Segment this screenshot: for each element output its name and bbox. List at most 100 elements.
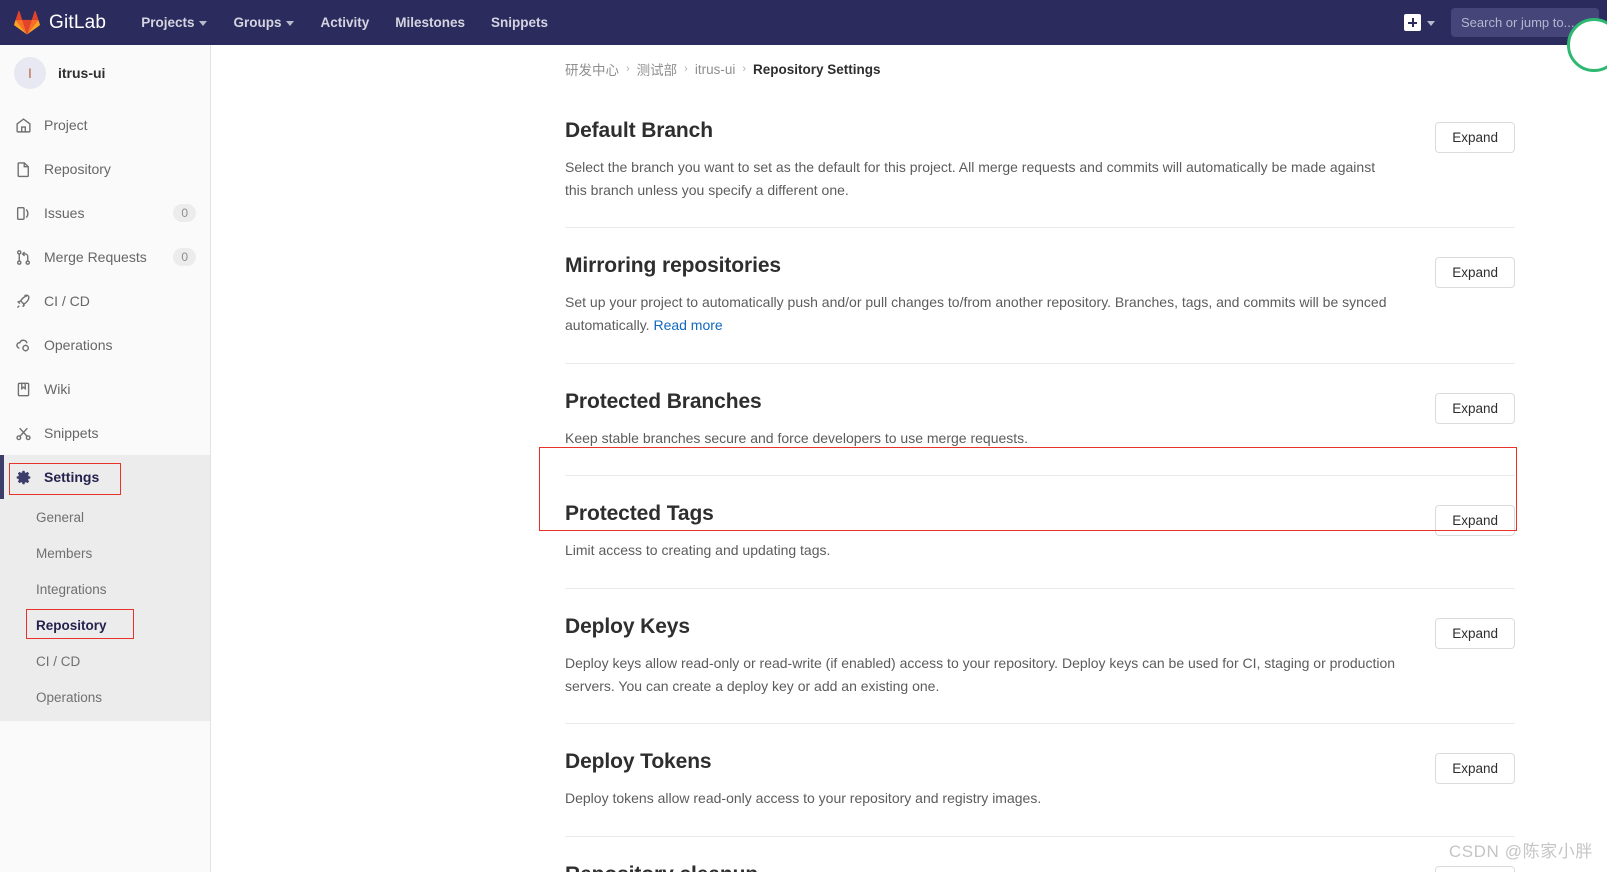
sidebar-item-snippets-label: Snippets bbox=[44, 425, 99, 441]
gitlab-logo-link[interactable]: GitLab bbox=[14, 10, 106, 36]
section-protected-branches-body: Protected Branches Keep stable branches … bbox=[565, 390, 1435, 450]
section-deploy-keys-title: Deploy Keys bbox=[565, 615, 690, 639]
expand-button-repository-cleanup[interactable]: Expand bbox=[1435, 866, 1515, 872]
project-name: itrus-ui bbox=[58, 65, 106, 81]
nav-milestones[interactable]: Milestones bbox=[382, 9, 478, 36]
top-navbar: GitLab Projects Groups Activity Mileston… bbox=[0, 0, 1607, 72]
section-deploy-tokens: Deploy Tokens Deploy tokens allow read-o… bbox=[565, 724, 1515, 838]
chevron-down-icon bbox=[1427, 21, 1435, 26]
section-deploy-keys: Deploy Keys Deploy keys allow read-only … bbox=[565, 589, 1515, 725]
nav-groups-label: Groups bbox=[233, 15, 282, 30]
breadcrumb-item-group[interactable]: 研发中心 bbox=[565, 59, 619, 79]
sidebar-item-settings[interactable]: Settings bbox=[0, 455, 210, 499]
merge-requests-count-badge: 0 bbox=[173, 248, 196, 266]
section-protected-branches: Protected Branches Keep stable branches … bbox=[565, 364, 1515, 477]
sidebar-item-project[interactable]: Project bbox=[0, 103, 210, 147]
sidebar-item-operations-label: Operations bbox=[44, 337, 113, 353]
sidebar-item-wiki-label: Wiki bbox=[44, 381, 71, 397]
nav-snippets[interactable]: Snippets bbox=[478, 9, 561, 36]
sidebar-item-merge-requests[interactable]: Merge Requests 0 bbox=[0, 235, 210, 279]
breadcrumb-separator-icon: › bbox=[684, 63, 688, 75]
sidebar-subitem-integrations[interactable]: Integrations bbox=[0, 571, 210, 607]
issues-icon bbox=[14, 204, 32, 222]
chevron-down-icon bbox=[286, 21, 295, 26]
project-avatar: I bbox=[14, 57, 46, 89]
sidebar-subitem-members-label: Members bbox=[36, 545, 93, 561]
nav-milestones-label: Milestones bbox=[395, 15, 466, 30]
sidebar-item-repository-label: Repository bbox=[44, 161, 111, 177]
sidebar-item-issues[interactable]: Issues 0 bbox=[0, 191, 210, 235]
breadcrumb-separator-icon: › bbox=[626, 63, 630, 75]
section-deploy-tokens-body: Deploy Tokens Deploy tokens allow read-o… bbox=[565, 750, 1435, 810]
sidebar-item-snippets[interactable]: Snippets bbox=[0, 411, 210, 455]
expand-button-deploy-tokens[interactable]: Expand bbox=[1435, 753, 1515, 785]
section-deploy-tokens-desc: Deploy tokens allow read-only access to … bbox=[565, 790, 1042, 807]
chevron-down-icon bbox=[199, 21, 208, 26]
section-repository-cleanup: Repository cleanup Clean up after runnin… bbox=[565, 837, 1515, 872]
sidebar-subitem-operations-label: Operations bbox=[36, 689, 103, 705]
section-deploy-keys-desc: Deploy keys allow read-only or read-writ… bbox=[565, 655, 1396, 694]
main-content: 研发中心 › 测试部 › itrus-ui › Repository Setti… bbox=[211, 45, 1607, 872]
sidebar-subitem-repository-label: Repository bbox=[36, 617, 107, 633]
breadcrumb: 研发中心 › 测试部 › itrus-ui › Repository Setti… bbox=[211, 45, 1607, 79]
section-repository-cleanup-body: Repository cleanup Clean up after runnin… bbox=[565, 863, 1435, 872]
read-more-link[interactable]: Read more bbox=[653, 317, 722, 333]
top-nav-links: Projects Groups Activity Milestones Snip… bbox=[128, 9, 561, 36]
file-icon bbox=[14, 160, 32, 178]
nav-projects[interactable]: Projects bbox=[128, 9, 220, 36]
search-placeholder: Search or jump to... bbox=[1461, 15, 1575, 30]
expand-button-deploy-keys[interactable]: Expand bbox=[1435, 618, 1515, 650]
section-protected-tags-desc: Limit access to creating and updating ta… bbox=[565, 542, 831, 559]
section-protected-tags-body: Protected Tags Limit access to creating … bbox=[565, 502, 1435, 562]
sidebar-item-settings-label: Settings bbox=[44, 469, 100, 485]
new-item-button[interactable] bbox=[1396, 10, 1443, 35]
project-sidebar: I itrus-ui Project Repository Issues 0 M… bbox=[0, 45, 211, 872]
section-default-branch-title: Default Branch bbox=[565, 119, 713, 142]
breadcrumb-item-project[interactable]: itrus-ui bbox=[695, 62, 736, 77]
settings-sections: Default Branch Select the branch you wan… bbox=[211, 79, 1607, 872]
rocket-icon bbox=[14, 292, 32, 310]
sidebar-item-wiki[interactable]: Wiki bbox=[0, 367, 210, 411]
section-mirroring-repositories-body: Mirroring repositories Set up your proje… bbox=[565, 254, 1435, 336]
expand-button-protected-branches[interactable]: Expand bbox=[1435, 392, 1515, 424]
gitlab-brand-label: GitLab bbox=[49, 11, 107, 33]
expand-button-protected-tags[interactable]: Expand bbox=[1435, 505, 1515, 537]
section-repository-cleanup-title: Repository cleanup bbox=[565, 863, 1395, 872]
breadcrumb-separator-icon: › bbox=[742, 63, 747, 75]
section-protected-tags-title: Protected Tags bbox=[565, 502, 714, 526]
sidebar-subitem-repository[interactable]: Repository bbox=[0, 607, 210, 643]
section-default-branch-desc: Select the branch you want to set as the… bbox=[565, 159, 1376, 198]
nav-groups[interactable]: Groups bbox=[220, 9, 307, 36]
snippet-icon bbox=[14, 424, 32, 442]
sidebar-subitem-operations[interactable]: Operations bbox=[0, 679, 210, 715]
gear-icon bbox=[14, 468, 32, 486]
book-icon bbox=[14, 380, 32, 398]
section-protected-tags: Protected Tags Limit access to creating … bbox=[565, 476, 1515, 590]
plus-icon bbox=[1404, 14, 1421, 31]
sidebar-subitem-ci-cd[interactable]: CI / CD bbox=[0, 643, 210, 679]
home-icon bbox=[14, 116, 32, 134]
sidebar-item-ci-cd[interactable]: CI / CD bbox=[0, 279, 210, 323]
gitlab-logo-icon bbox=[14, 10, 40, 35]
nav-activity-label: Activity bbox=[320, 15, 370, 30]
sidebar-subitem-members[interactable]: Members bbox=[0, 535, 210, 571]
section-deploy-tokens-title: Deploy Tokens bbox=[565, 750, 712, 774]
section-mirroring-repositories-desc: Set up your project to automatically pus… bbox=[565, 291, 1395, 336]
nav-activity[interactable]: Activity bbox=[307, 9, 382, 36]
section-deploy-keys-body: Deploy Keys Deploy keys allow read-only … bbox=[565, 615, 1435, 697]
sidebar-item-repository[interactable]: Repository bbox=[0, 147, 210, 191]
expand-button-default-branch[interactable]: Expand bbox=[1435, 122, 1515, 153]
sidebar-item-project-label: Project bbox=[44, 117, 88, 133]
merge-request-icon bbox=[14, 248, 32, 266]
section-protected-branches-desc: Keep stable branches secure and force de… bbox=[565, 429, 1029, 446]
nav-snippets-label: Snippets bbox=[491, 15, 549, 30]
issues-count-badge: 0 bbox=[173, 204, 196, 222]
breadcrumb-item-subgroup[interactable]: 测试部 bbox=[637, 59, 678, 79]
expand-button-mirroring-repositories[interactable]: Expand bbox=[1435, 257, 1515, 289]
breadcrumb-item-current: Repository Settings bbox=[753, 61, 881, 77]
project-header[interactable]: I itrus-ui bbox=[0, 45, 210, 103]
sidebar-item-operations[interactable]: Operations bbox=[0, 323, 210, 367]
sidebar-subitem-general[interactable]: General bbox=[0, 499, 210, 535]
section-mirroring-repositories: Mirroring repositories Set up your proje… bbox=[565, 228, 1515, 364]
section-default-branch: Default Branch Select the branch you wan… bbox=[565, 93, 1515, 229]
